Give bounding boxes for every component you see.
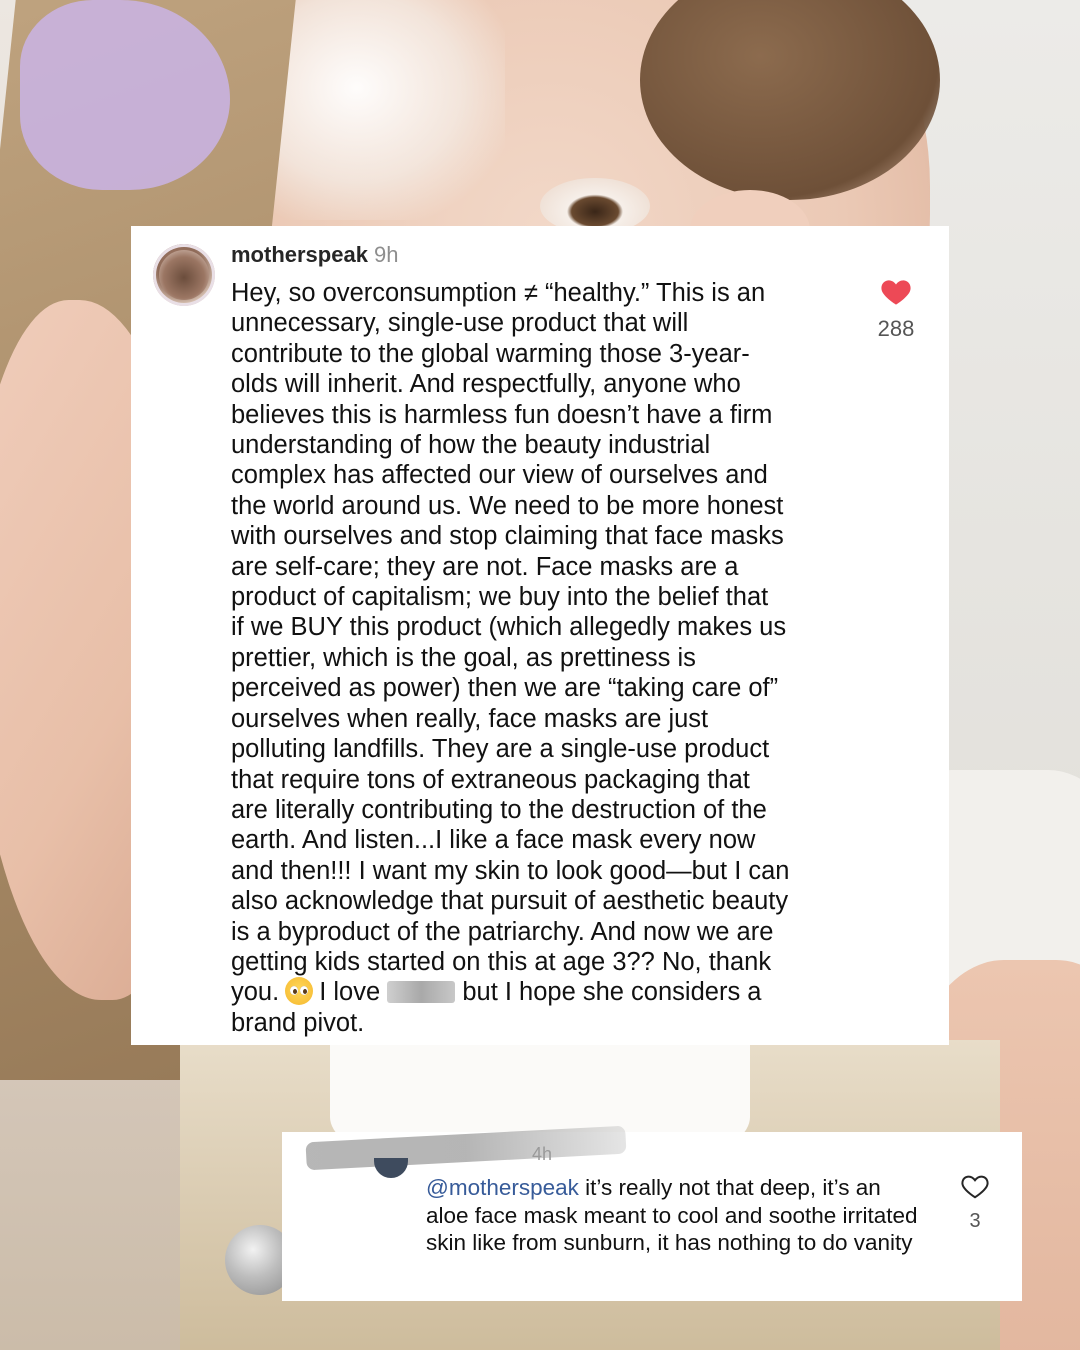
comment-meta: motherspeak 9h: [231, 242, 398, 268]
like-count: 288: [877, 316, 915, 341]
redacted-username: [305, 1125, 627, 1171]
comment-username[interactable]: motherspeak: [231, 242, 368, 267]
like-area: 288: [851, 276, 941, 342]
comment-text-love: I love: [319, 978, 381, 1007]
reply-comment-card: 4h @motherspeak it’s really not that dee…: [282, 1125, 1022, 1301]
redacted-name: [387, 981, 456, 1004]
comment-text: Hey, so overconsumption ≠ “healthy.” Thi…: [231, 278, 861, 1038]
mention-link[interactable]: @motherspeak: [426, 1175, 579, 1200]
main-comment-card: motherspeak 9h Hey, so overconsumption ≠ …: [131, 226, 949, 1045]
reply-text: @motherspeak it’s really not that deep, …: [426, 1174, 926, 1257]
reply-like-area: 3: [940, 1172, 1010, 1233]
comment-text-main: Hey, so overconsumption ≠ “healthy.” Thi…: [231, 279, 790, 1007]
comment-time: 9h: [373, 242, 399, 267]
avatar[interactable]: [153, 244, 215, 306]
reply-avatar[interactable]: [374, 1158, 408, 1178]
heart-outline-icon[interactable]: [960, 1172, 990, 1200]
reply-like-count: 3: [969, 1210, 981, 1232]
heart-filled-icon[interactable]: [879, 276, 913, 306]
pleading-face-emoji: [285, 977, 314, 1006]
reply-time: 4h: [532, 1144, 553, 1164]
